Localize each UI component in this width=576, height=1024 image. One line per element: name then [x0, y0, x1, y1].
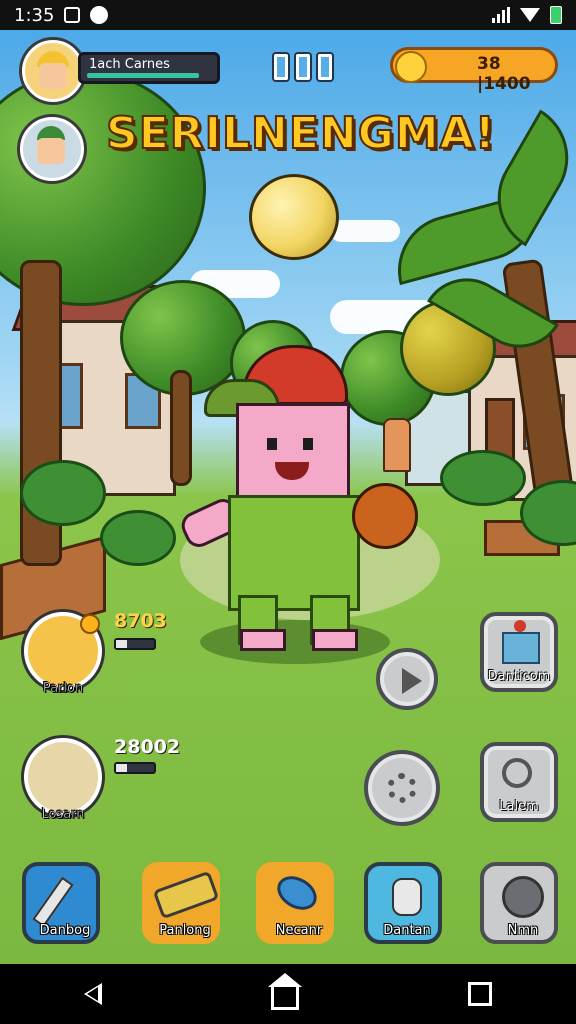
player-progress-fill [87, 73, 199, 78]
status-left: 1:35 [14, 4, 109, 26]
hero-foot [312, 629, 358, 651]
ally-name: Losarn [41, 807, 85, 823]
bush [20, 460, 106, 526]
ally-score: 8703 [114, 610, 167, 632]
dantan-button[interactable]: Dantan [364, 862, 442, 944]
dantan-label: Dantan [383, 923, 431, 938]
ally-avatar-losarn[interactable] [24, 738, 102, 816]
lalem-button[interactable]: Lalem [480, 742, 558, 822]
panlong-label: Panlong [159, 923, 211, 938]
runner-icon [392, 878, 422, 916]
signal-icon [492, 7, 510, 23]
ally-score: 28002 [114, 736, 181, 758]
ally-bar-fill [116, 640, 128, 648]
lalem-label: Lalem [499, 799, 539, 814]
ally-badge-icon [80, 614, 100, 634]
hero-character[interactable] [177, 345, 420, 651]
status-right [492, 6, 562, 24]
danticom-button[interactable]: Danticom [480, 612, 558, 692]
sun-orb [249, 174, 339, 260]
magnifier-icon [502, 758, 532, 788]
danticom-label: Danticom [487, 669, 551, 684]
hero-foot [240, 629, 286, 651]
friend-avatar[interactable] [20, 117, 84, 181]
home-icon[interactable] [267, 972, 302, 1010]
pause-bar-icon [318, 54, 332, 80]
feather-icon [271, 869, 323, 917]
system-nav-bar [0, 964, 576, 1024]
coin-text: 38 |1400 [477, 54, 531, 94]
ally-bar [114, 638, 156, 650]
player-avatar[interactable] [22, 40, 84, 102]
game-title: SERILNENGMA! [105, 107, 496, 160]
coin-counter[interactable]: 38 |1400 [390, 47, 558, 94]
battery-item-icon [152, 870, 220, 920]
danbog-button[interactable]: Danbog [22, 862, 100, 944]
fan-icon [502, 876, 544, 918]
check-circle-icon [90, 6, 109, 24]
wand-icon [32, 876, 74, 928]
pause-bar-icon [296, 54, 310, 80]
bush [100, 510, 176, 566]
necanr-button[interactable]: Necanr [256, 862, 334, 944]
back-icon[interactable] [84, 983, 103, 1005]
cloud [330, 220, 400, 242]
bush [440, 450, 526, 506]
necanr-label: Necanr [275, 923, 323, 938]
player-name-bar: 1ach Carnes [78, 52, 220, 84]
status-bar: 1:35 [0, 0, 576, 30]
nmn-label: Nmn [507, 923, 539, 938]
coin-count: 38 [477, 54, 501, 74]
wifi-icon [520, 8, 540, 22]
ally-name: Parlon [42, 681, 84, 697]
settings-button[interactable] [364, 750, 440, 826]
pause-button[interactable] [274, 54, 332, 80]
player-name: 1ach Carnes [89, 57, 170, 72]
pause-bar-icon [274, 54, 288, 80]
coin-max: 1400 [483, 74, 531, 94]
image-icon [64, 7, 81, 23]
apple-icon [514, 620, 526, 632]
panlong-button[interactable]: Panlong [142, 862, 220, 944]
status-time: 1:35 [14, 4, 55, 26]
battery-icon [550, 6, 562, 24]
play-icon [402, 668, 422, 694]
play-button[interactable] [376, 648, 438, 710]
coin-icon [395, 51, 427, 83]
nmn-button[interactable]: Nmn [480, 862, 558, 944]
hero-ball [352, 483, 418, 549]
hero-head [236, 403, 350, 505]
ally-bar-fill [116, 764, 128, 772]
recent-apps-icon[interactable] [467, 982, 492, 1006]
ally-bar [114, 762, 156, 774]
hero-body [228, 495, 360, 611]
gift-box-icon [502, 632, 540, 664]
gear-icon [387, 773, 417, 803]
danbog-label: Danbog [39, 923, 91, 938]
